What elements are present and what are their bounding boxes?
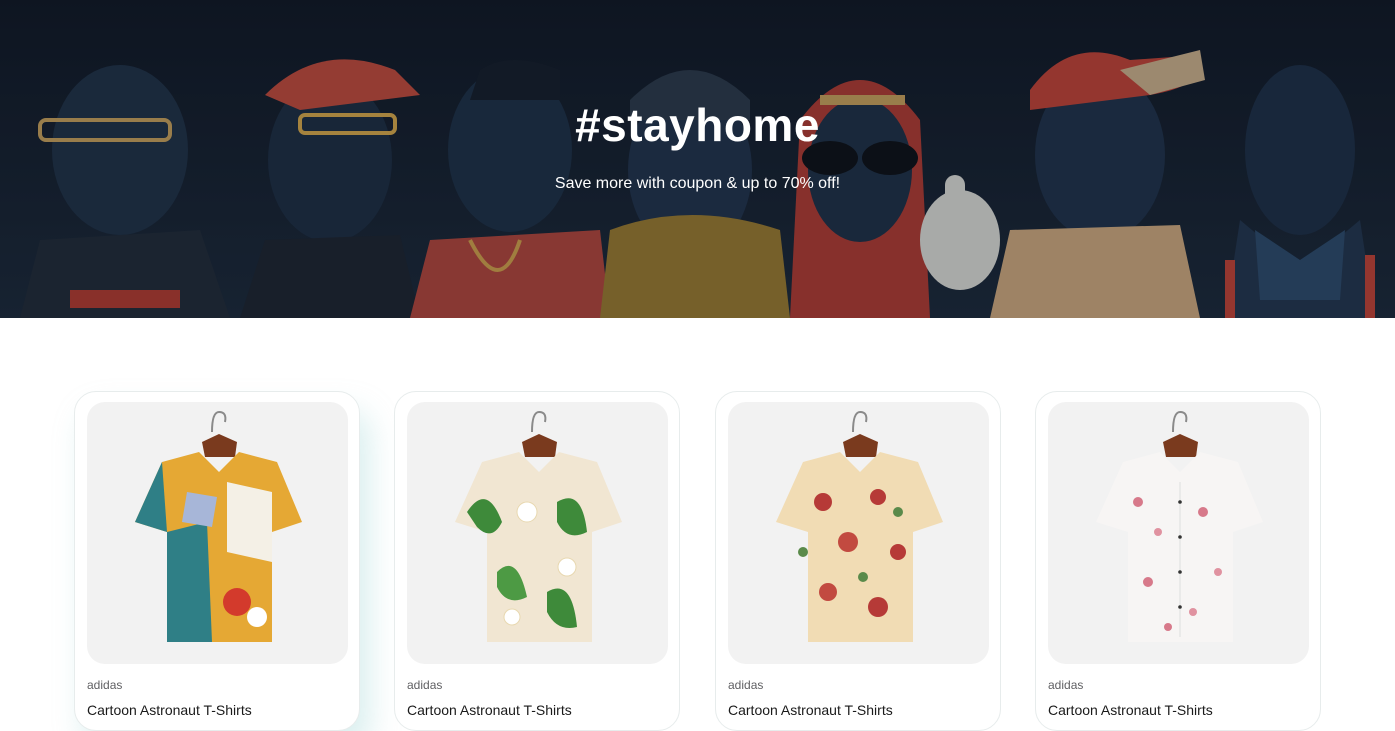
product-card[interactable]: adidas Cartoon Astronaut T-Shirts — [1035, 391, 1321, 731]
product-card[interactable]: adidas Cartoon Astronaut T-Shirts — [74, 391, 360, 731]
product-name[interactable]: Cartoon Astronaut T-Shirts — [728, 702, 893, 718]
product-brand: adidas — [87, 678, 123, 692]
product-brand: adidas — [407, 678, 443, 692]
shirt-floral-green-icon — [455, 410, 622, 642]
product-name[interactable]: Cartoon Astronaut T-Shirts — [407, 702, 572, 718]
hero-illustration — [0, 0, 1395, 318]
product-image[interactable] — [728, 402, 989, 664]
product-image[interactable] — [407, 402, 668, 664]
shirt-abstract-print-icon — [135, 410, 302, 642]
hero-title: #stayhome — [575, 99, 820, 151]
shirt-floral-red-icon — [776, 410, 943, 642]
hero-banner: #stayhome Save more with coupon & up to … — [0, 0, 1395, 318]
hero-subtitle: Save more with coupon & up to 70% off! — [554, 175, 841, 192]
product-name[interactable]: Cartoon Astronaut T-Shirts — [87, 702, 252, 718]
product-image[interactable] — [87, 402, 348, 664]
product-brand: adidas — [728, 678, 764, 692]
shirt-cherry-blossom-icon — [1096, 410, 1263, 642]
product-name[interactable]: Cartoon Astronaut T-Shirts — [1048, 702, 1213, 718]
product-image[interactable] — [1048, 402, 1309, 664]
product-card[interactable]: adidas Cartoon Astronaut T-Shirts — [394, 391, 680, 731]
product-brand: adidas — [1048, 678, 1084, 692]
product-card[interactable]: adidas Cartoon Astronaut T-Shirts — [715, 391, 1001, 731]
product-grid: adidas Cartoon Astronaut T-Shirts adidas… — [74, 391, 1324, 731]
